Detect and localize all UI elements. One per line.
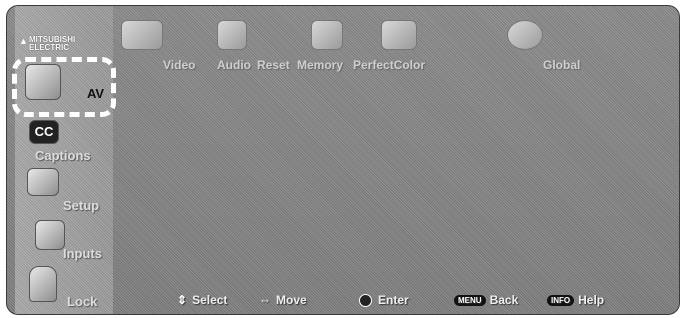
up-down-arrows-icon: ⇕: [177, 293, 188, 307]
memory-icon: [311, 20, 343, 50]
enter-button-icon: [359, 294, 372, 308]
brand-logo: MITSUBISHI ELECTRIC: [29, 35, 76, 52]
hint-enter: Enter: [359, 293, 409, 308]
tv-menu-screen: ▲ MITSUBISHI ELECTRIC AV CC Captions Set…: [6, 5, 680, 315]
setup-icon: [27, 168, 59, 196]
tab-global[interactable]: Global: [497, 14, 597, 74]
tab-perfectcolor[interactable]: PerfectColor: [353, 14, 453, 74]
sidebar-item-label: Setup: [63, 198, 100, 213]
tab-bar: Video Audio Reset Memory PerfectColor Gl…: [117, 14, 677, 74]
audio-icon: [217, 20, 247, 50]
sidebar-item-setup[interactable]: Setup: [15, 168, 113, 214]
global-icon: [507, 20, 543, 50]
left-right-arrows-icon: ⇔: [259, 293, 271, 307]
footer-help-bar: ⇕ Select ⇔ Move Enter MENU Back INFO Help: [7, 291, 679, 313]
menu-key-icon: MENU: [454, 295, 486, 307]
perfect-color-icon: [381, 20, 417, 50]
sidebar-item-label: Captions: [35, 148, 91, 163]
info-key-icon: INFO: [547, 295, 575, 307]
cc-icon: CC: [29, 120, 59, 144]
sidebar: ▲ MITSUBISHI ELECTRIC AV CC Captions Set…: [15, 6, 113, 314]
sidebar-item-label: Inputs: [63, 246, 102, 261]
tab-video[interactable]: Video: [117, 14, 217, 74]
sidebar-item-captions[interactable]: CC Captions: [15, 118, 113, 164]
sidebar-item-inputs[interactable]: Inputs: [15, 216, 113, 262]
inputs-icon: [35, 220, 65, 250]
selection-highlight: [12, 57, 116, 117]
hint-select: ⇕ Select: [177, 293, 228, 307]
mitsubishi-logo-icon: ▲: [19, 36, 28, 46]
video-icon: [121, 20, 163, 50]
hint-move: ⇔ Move: [259, 293, 307, 307]
hint-back: MENU Back: [454, 293, 518, 307]
hint-help: INFO Help: [547, 293, 604, 307]
